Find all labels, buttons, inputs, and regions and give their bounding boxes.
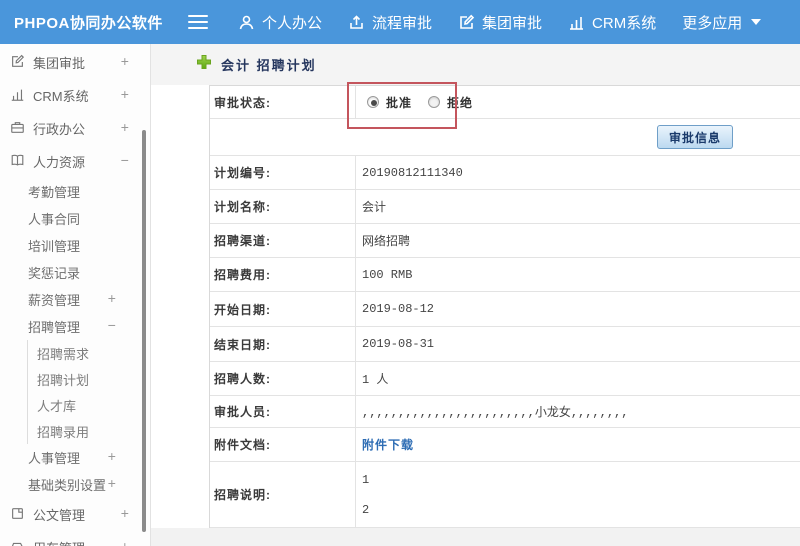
content-header: 会计 招聘计划 xyxy=(151,44,800,85)
edit-square-icon xyxy=(458,14,475,31)
briefcase-icon xyxy=(10,120,25,138)
start-date-value: 2019-08-12 xyxy=(362,302,435,316)
user-icon xyxy=(238,14,255,31)
page-title: 会计 招聘计划 xyxy=(221,58,317,73)
nav-group-approval[interactable]: 集团审批 xyxy=(458,12,542,33)
sidebar-item-recruit-mgmt[interactable]: 招聘管理 − xyxy=(0,313,150,340)
field-label: 审批状态: xyxy=(210,86,356,118)
table-row: 招聘说明: 1 2 xyxy=(210,462,800,528)
approvers-value: ,,,,,,,,,,,,,,,,,,,,,,,,小龙女,,,,,,,, xyxy=(362,406,629,420)
sidebar-item-vehicle[interactable]: 用车管理+ xyxy=(0,531,150,546)
sidebar-item-hr-contract[interactable]: 人事合同 xyxy=(0,205,150,232)
main-content: 会计 招聘计划 审批状态: 批准 拒绝 审批信息 计划编号: 201908121… xyxy=(151,44,800,546)
book-icon xyxy=(10,153,25,171)
topbar: PHPOA协同办公软件 个人办公 流程审批 集团审批 CRM系统 更多应用 xyxy=(0,0,800,44)
recruit-submenu: 招聘需求 招聘计划 人才库 招聘录用 xyxy=(27,340,150,444)
table-row: 计划名称: 会计 xyxy=(210,190,800,224)
table-row: 计划编号: 20190812111340 xyxy=(210,156,800,190)
plan-name-value: 会计 xyxy=(362,201,387,215)
status-radios: 批准 拒绝 xyxy=(356,94,800,111)
sidebar-scrollbar[interactable] xyxy=(142,130,146,532)
channel-value: 网络招聘 xyxy=(362,235,411,249)
sidebar-item-group-approval[interactable]: 集团审批 + xyxy=(0,46,150,79)
sidebar-item-salary[interactable]: 薪资管理 + xyxy=(0,286,150,313)
hamburger-menu-icon[interactable] xyxy=(188,15,208,29)
footer-strip xyxy=(151,528,800,546)
table-row: 审批人员: ,,,,,,,,,,,,,,,,,,,,,,,,小龙女,,,,,,,… xyxy=(210,396,800,428)
caret-down-icon xyxy=(751,19,762,25)
sidebar-item-documents[interactable]: 公文管理 + xyxy=(0,498,150,531)
sidebar-item-admin-office[interactable]: 行政办公 + xyxy=(0,112,150,145)
flow-icon xyxy=(348,14,365,31)
sidebar: 集团审批 + CRM系统 + 行政办公 + 人力资源 − 考勤管理 人事合同 培训管理 … xyxy=(0,44,151,546)
sidebar-item-recruit-hire[interactable]: 招聘录用 xyxy=(28,418,150,444)
headcount-value: 1 人 xyxy=(362,373,389,387)
end-date-value: 2019-08-31 xyxy=(362,337,435,351)
cost-value: 100 RMB xyxy=(362,267,413,282)
sidebar-item-base-category[interactable]: 基础类别设置 + xyxy=(0,471,150,498)
sidebar-item-attendance[interactable]: 考勤管理 xyxy=(0,178,150,205)
table-row: 附件文档: 附件下载 xyxy=(210,428,800,462)
table-row: 招聘渠道: 网络招聘 xyxy=(210,224,800,258)
table-row: 招聘费用: 100 RMB xyxy=(210,258,800,292)
plan-number-value: 20190812111340 xyxy=(362,165,463,180)
description-value: 1 2 xyxy=(362,472,370,517)
nav-crm-system[interactable]: CRM系统 xyxy=(568,12,656,33)
button-row: 审批信息 xyxy=(210,119,800,156)
radio-approve[interactable] xyxy=(367,96,379,108)
car-icon xyxy=(10,539,25,546)
sidebar-item-crm[interactable]: CRM系统 + xyxy=(0,79,150,112)
edit-square-icon xyxy=(10,54,25,72)
nav-more-apps[interactable]: 更多应用 xyxy=(682,12,762,33)
sidebar-item-talent-pool[interactable]: 人才库 xyxy=(28,392,150,418)
bar-chart-icon xyxy=(568,14,585,31)
nav-personal-office[interactable]: 个人办公 xyxy=(238,12,322,33)
radio-reject[interactable] xyxy=(428,96,441,108)
sidebar-item-recruit-plan[interactable]: 招聘计划 xyxy=(28,366,150,392)
green-plus-icon xyxy=(196,54,212,75)
sidebar-item-training[interactable]: 培训管理 xyxy=(0,232,150,259)
document-icon xyxy=(10,506,25,524)
top-nav: 个人办公 流程审批 集团审批 CRM系统 更多应用 xyxy=(238,12,787,33)
sidebar-item-hr[interactable]: 人力资源 − xyxy=(0,145,150,178)
table-row: 结束日期: 2019-08-31 xyxy=(210,327,800,362)
app-title: PHPOA协同办公软件 xyxy=(14,14,163,32)
attachment-download-link[interactable]: 附件下载 xyxy=(362,439,414,453)
sidebar-item-personnel[interactable]: 人事管理 + xyxy=(0,444,150,471)
bar-chart-icon xyxy=(10,87,25,105)
sidebar-item-recruit-demand[interactable]: 招聘需求 xyxy=(28,340,150,366)
approval-info-button[interactable]: 审批信息 xyxy=(656,125,733,149)
table-row: 开始日期: 2019-08-12 xyxy=(210,292,800,327)
nav-process-approval[interactable]: 流程审批 xyxy=(348,12,432,33)
status-row: 审批状态: 批准 拒绝 xyxy=(210,86,800,119)
recruit-plan-form: 审批状态: 批准 拒绝 审批信息 计划编号: 20190812111340 计划… xyxy=(209,85,800,528)
sidebar-item-reward-punish[interactable]: 奖惩记录 xyxy=(0,259,150,286)
table-row: 招聘人数: 1 人 xyxy=(210,362,800,396)
